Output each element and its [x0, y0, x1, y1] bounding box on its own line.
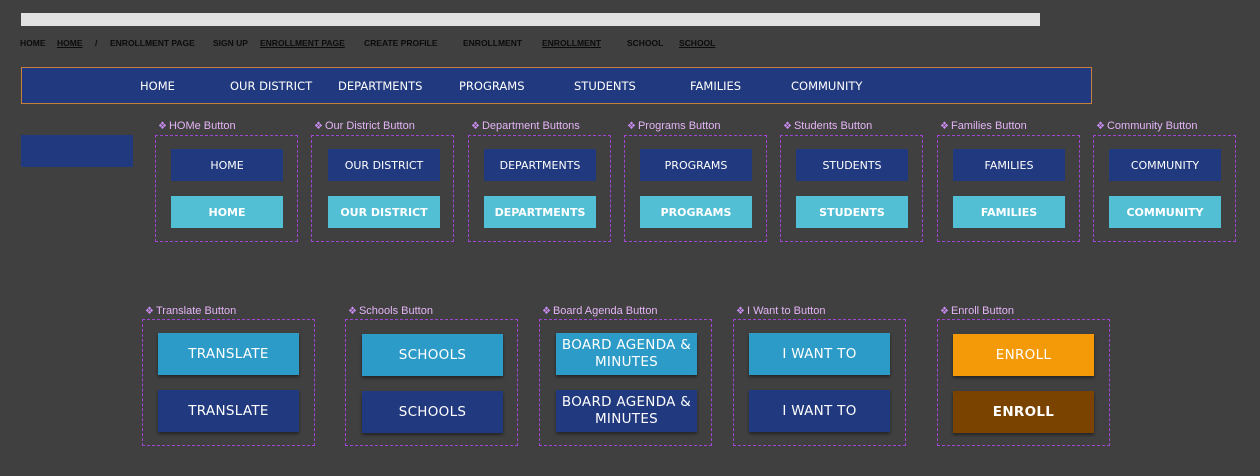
- community-button-default[interactable]: COMMUNITY: [1109, 149, 1221, 181]
- crumb-text: SCHOOL: [627, 38, 664, 48]
- nav-item-community[interactable]: COMMUNITY: [791, 79, 862, 93]
- families-button-default[interactable]: FAMILIES: [953, 149, 1065, 181]
- component-icon: ❖: [940, 121, 949, 132]
- home-button-default[interactable]: HOME: [171, 149, 283, 181]
- component-icon: ❖: [314, 121, 323, 132]
- component-icon: ❖: [940, 306, 949, 317]
- component-icon: ❖: [1096, 121, 1105, 132]
- programs-button-hover[interactable]: PROGRAMS: [640, 196, 752, 228]
- families-button-hover[interactable]: FAMILIES: [953, 196, 1065, 228]
- i-want-to-button-default[interactable]: I WANT TO: [749, 333, 890, 375]
- component-icon: ❖: [542, 306, 551, 317]
- i-want-to-button-alt[interactable]: I WANT TO: [749, 390, 890, 432]
- nav-item-home[interactable]: HOME: [140, 79, 175, 93]
- component-icon: ❖: [145, 306, 154, 317]
- enroll-button-default[interactable]: ENROLL: [953, 334, 1094, 376]
- home-button-hover[interactable]: HOME: [171, 196, 283, 228]
- enroll-button-alt[interactable]: ENROLL: [953, 391, 1094, 433]
- component-label-families: ❖ Families Button: [940, 120, 1027, 132]
- schools-button-alt[interactable]: SCHOOLS: [362, 391, 503, 433]
- nav-item-our-district[interactable]: OUR DISTRICT: [230, 79, 312, 93]
- component-label-community: ❖ Community Button: [1096, 120, 1198, 132]
- nav-item-programs[interactable]: PROGRAMS: [459, 79, 525, 93]
- our-district-button-default[interactable]: OUR DISTRICT: [328, 149, 440, 181]
- component-label-home: ❖ HOMe Button: [158, 120, 236, 132]
- students-button-hover[interactable]: STUDENTS: [796, 196, 908, 228]
- component-label-translate: ❖ Translate Button: [145, 305, 237, 317]
- crumb-text: SIGN UP: [213, 38, 248, 48]
- our-district-button-hover[interactable]: OUR DISTRICT: [328, 196, 440, 228]
- crumb-link-school[interactable]: SCHOOL: [679, 38, 715, 48]
- nav-item-students[interactable]: STUDENTS: [574, 79, 636, 93]
- departments-button-hover[interactable]: DEPARTMENTS: [484, 196, 596, 228]
- translate-button-default[interactable]: TRANSLATE: [158, 333, 299, 375]
- crumb-link-enrollment-page[interactable]: ENROLLMENT PAGE: [260, 38, 345, 48]
- board-agenda-button-alt[interactable]: BOARD AGENDA & MINUTES: [556, 390, 697, 432]
- component-icon: ❖: [783, 121, 792, 132]
- component-label-our-district: ❖ Our District Button: [314, 120, 415, 132]
- students-button-default[interactable]: STUDENTS: [796, 149, 908, 181]
- component-label-schools: ❖ Schools Button: [348, 305, 433, 317]
- community-button-hover[interactable]: COMMUNITY: [1109, 196, 1221, 228]
- component-label-departments: ❖ Department Buttons: [471, 120, 580, 132]
- crumb-link-enrollment[interactable]: ENROLLMENT: [542, 38, 601, 48]
- component-label-enroll: ❖ Enroll Button: [940, 305, 1014, 317]
- crumb-separator: /: [95, 38, 98, 48]
- component-icon: ❖: [736, 306, 745, 317]
- nav-item-departments[interactable]: DEPARTMENTS: [338, 79, 422, 93]
- crumb-text: CREATE PROFILE: [364, 38, 438, 48]
- crumb-text: ENROLLMENT: [463, 38, 523, 48]
- crumb-text: ENROLLMENT PAGE: [110, 38, 195, 48]
- component-label-students: ❖ Students Button: [783, 120, 873, 132]
- nav-item-families[interactable]: FAMILIES: [690, 79, 741, 93]
- board-agenda-button-default[interactable]: BOARD AGENDA & MINUTES: [556, 333, 697, 375]
- component-label-i-want-to: ❖ I Want to Button: [736, 305, 826, 317]
- component-icon: ❖: [348, 306, 357, 317]
- translate-button-alt[interactable]: TRANSLATE: [158, 390, 299, 432]
- component-icon: ❖: [471, 121, 480, 132]
- main-navbar: HOME OUR DISTRICT DEPARTMENTS PROGRAMS S…: [21, 67, 1092, 104]
- component-icon: ❖: [158, 121, 167, 132]
- component-label-board-agenda: ❖ Board Agenda Button: [542, 305, 658, 317]
- navy-color-swatch: [21, 135, 133, 167]
- departments-button-default[interactable]: DEPARTMENTS: [484, 149, 596, 181]
- top-placeholder-bar: [21, 13, 1040, 26]
- crumb-text: HOME: [20, 38, 46, 48]
- crumb-link-home[interactable]: HOME: [57, 38, 83, 48]
- schools-button-default[interactable]: SCHOOLS: [362, 334, 503, 376]
- component-label-programs: ❖ Programs Button: [627, 120, 721, 132]
- component-icon: ❖: [627, 121, 636, 132]
- programs-button-default[interactable]: PROGRAMS: [640, 149, 752, 181]
